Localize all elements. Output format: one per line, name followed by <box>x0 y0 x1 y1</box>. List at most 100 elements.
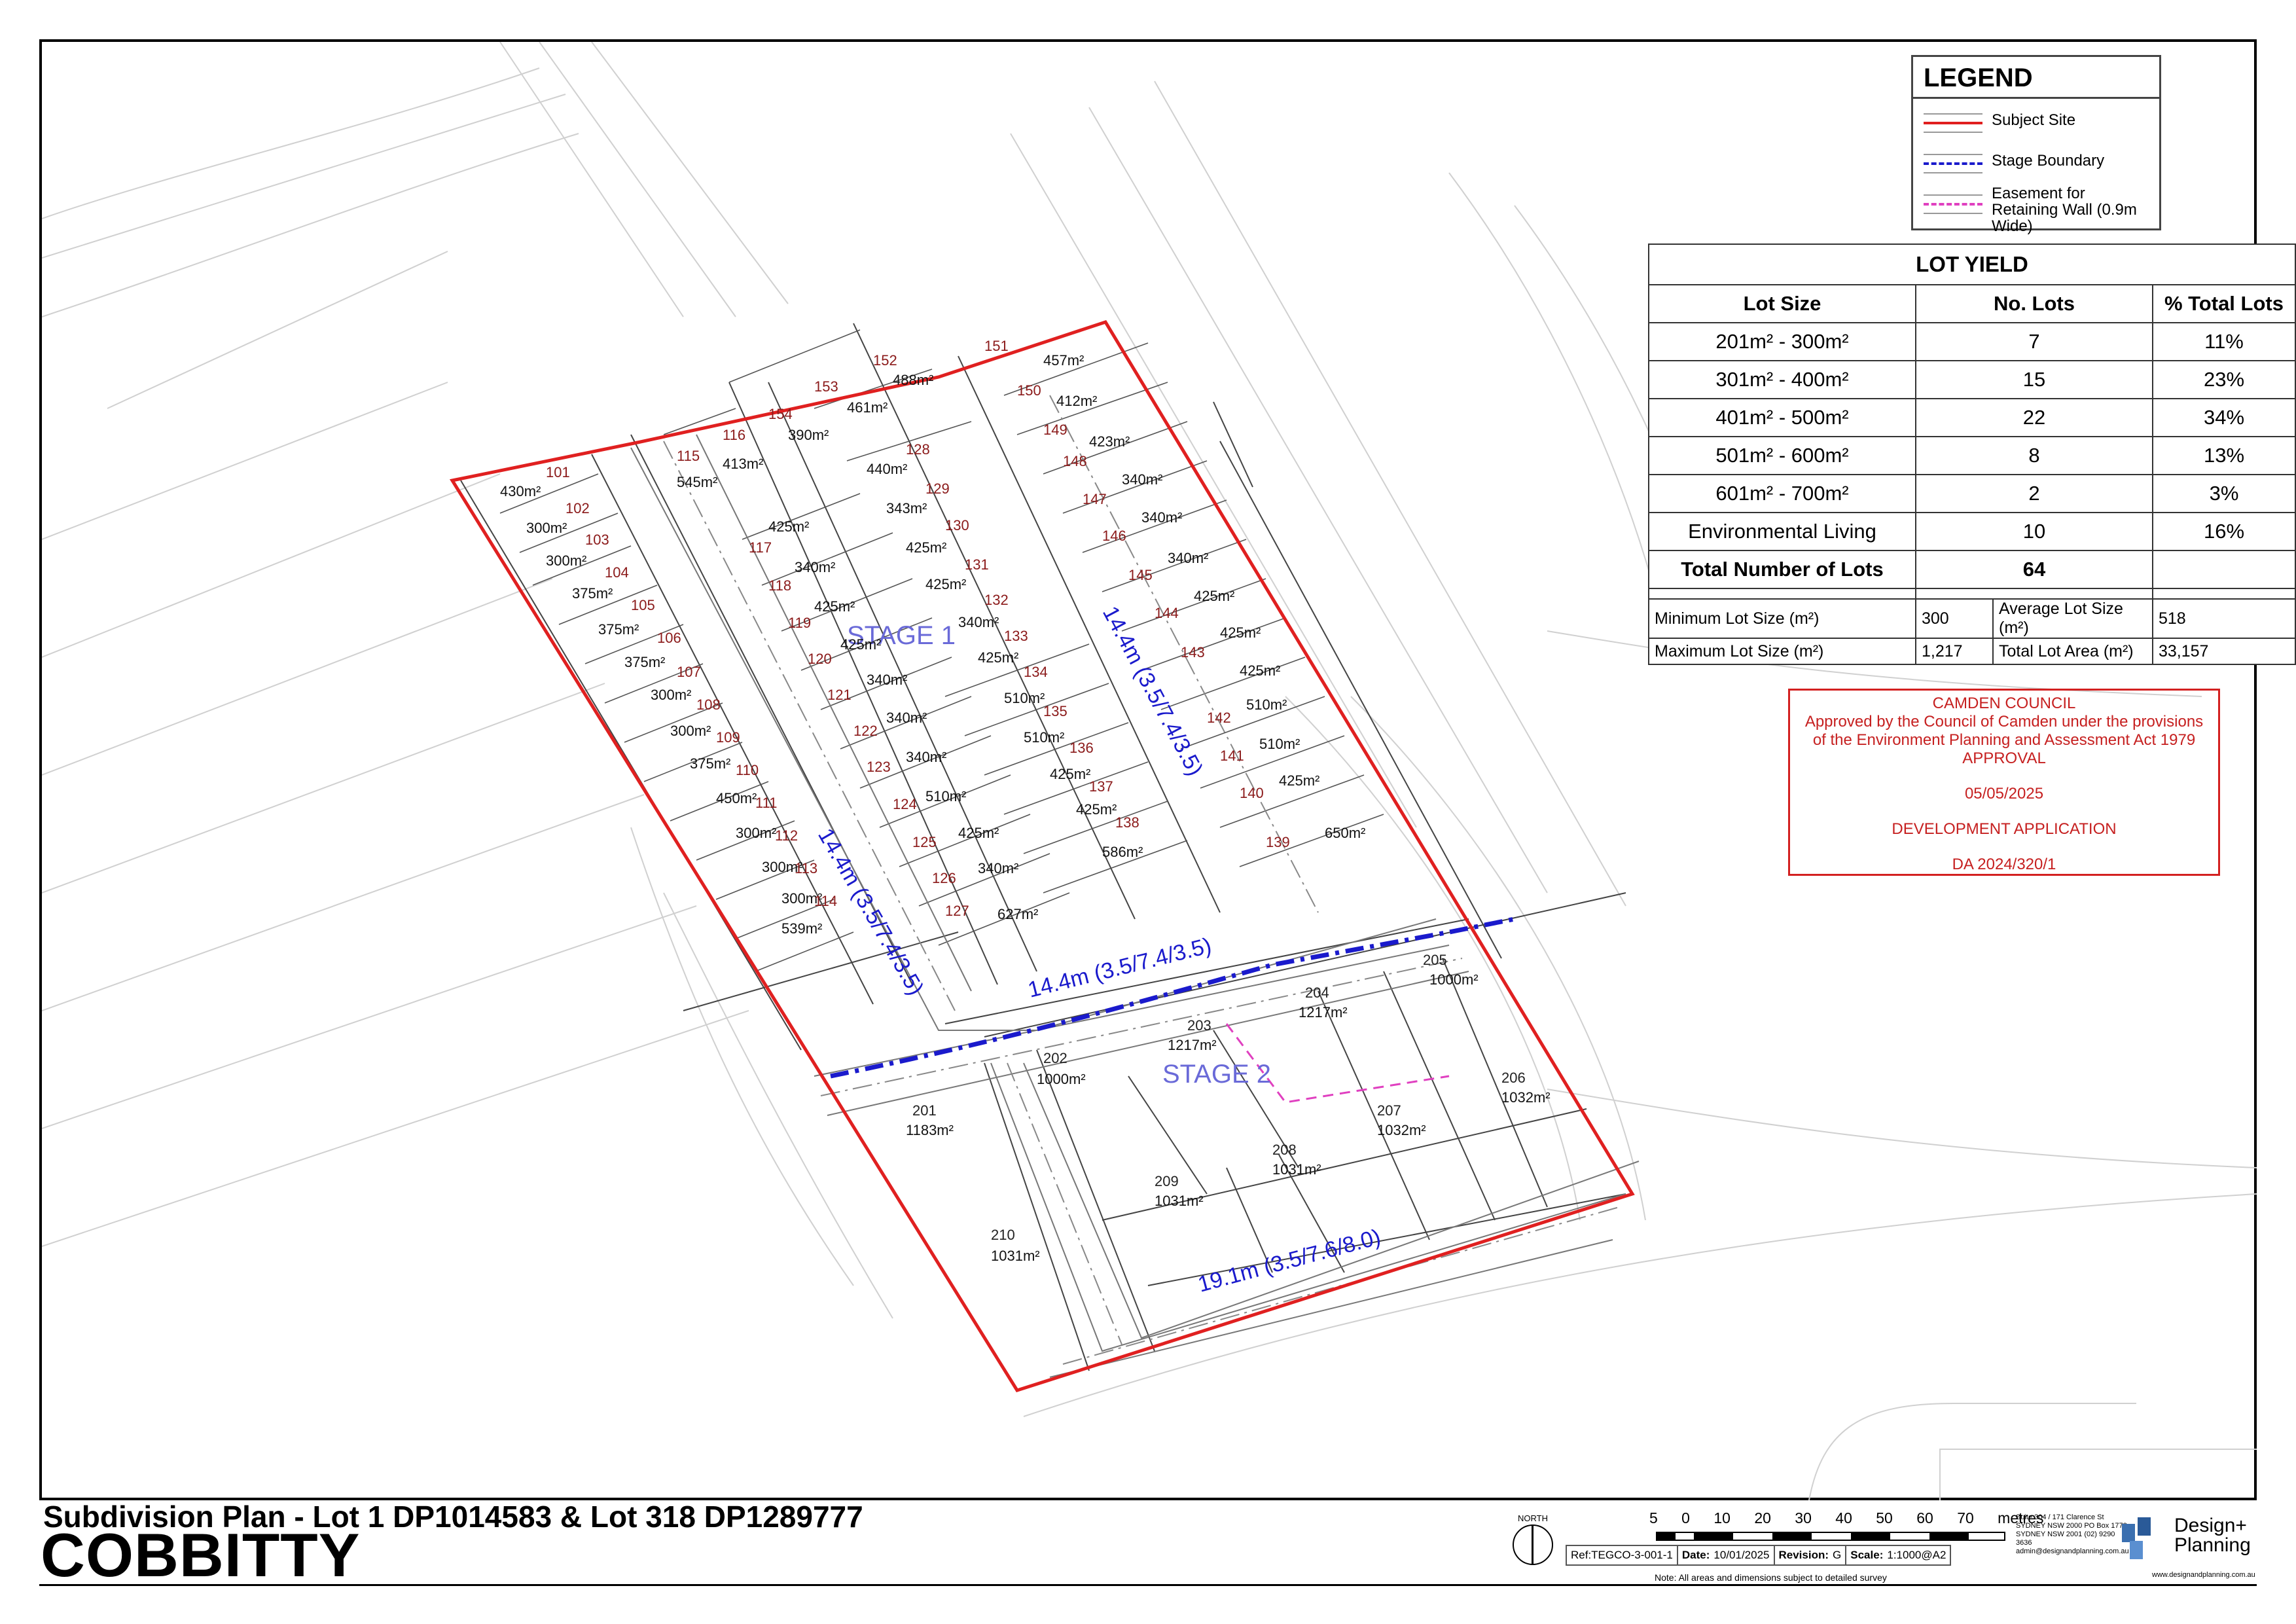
cell: 22 <box>1915 398 2153 437</box>
lot-number: 143 <box>1181 644 1205 660</box>
lot-number: 204 <box>1305 984 1329 1001</box>
lot-number: 122 <box>853 723 878 739</box>
lot-area: 425m² <box>978 649 1018 666</box>
road-label: 14.4m (3.5/7.4/3.5) <box>1098 602 1208 780</box>
lot-labels: 101 430m² 102 300m² 103 300m² 104 375m² 105 375m²… <box>500 338 1551 1264</box>
lot-number: 207 <box>1377 1102 1401 1119</box>
company-website: www.designandplanning.com.au <box>2152 1571 2255 1579</box>
legend-box: LEGEND Subject Site Stage Boundary Easem… <box>1911 55 2161 234</box>
avg-size-value: 518 <box>2152 598 2296 639</box>
lot-number: 147 <box>1083 491 1107 507</box>
lot-area: 425m² <box>814 598 855 615</box>
lot-number: 203 <box>1187 1017 1211 1034</box>
lot-number: 131 <box>965 556 989 573</box>
total-label: Total Number of Lots <box>1648 550 1916 589</box>
lot-number: 152 <box>873 352 897 369</box>
lot-number: 102 <box>565 500 590 516</box>
legend-label: Subject Site <box>1992 111 2076 129</box>
lot-area: 300m² <box>526 520 567 536</box>
lot-area: 340m² <box>958 614 999 630</box>
cell: 401m² - 500m² <box>1648 398 1916 437</box>
lot-area: 586m² <box>1102 844 1143 860</box>
min-size-value: 300 <box>1915 598 1994 639</box>
lot-area: 425m² <box>925 576 966 592</box>
lot-number: 138 <box>1115 814 1139 831</box>
stats-row: Minimum Lot Size (m²) 300 Average Lot Si… <box>1648 598 2296 639</box>
cell: 201m² - 300m² <box>1648 322 1916 361</box>
total-area-value: 33,157 <box>2152 638 2296 665</box>
lot-number: 154 <box>768 406 793 422</box>
north-arrow: NORTH <box>1512 1513 1554 1570</box>
lot-number: 153 <box>814 378 838 395</box>
date-value: 10/01/2025 <box>1713 1549 1770 1561</box>
cell: 16% <box>2152 512 2296 551</box>
lot-number: 134 <box>1024 664 1048 680</box>
scale-cell: Scale: 1:1000@A2 <box>1845 1545 1952 1566</box>
stats-row: Maximum Lot Size (m²) 1,217 Total Lot Ar… <box>1648 638 2296 665</box>
date-label: Date: <box>1681 1549 1710 1561</box>
lot-number: 115 <box>677 448 700 464</box>
lot-yield-table: LOT YIELD Lot Size No. Lots % Total Lots… <box>1648 244 2296 665</box>
company-address: Suite 304 / 171 Clarence St SYDNEY NSW 2… <box>2016 1513 2129 1555</box>
scale-label: Scale: <box>1850 1549 1884 1561</box>
lot-area: 461m² <box>847 399 888 416</box>
lot-area: 425m² <box>1240 662 1280 679</box>
lot-number: 208 <box>1272 1142 1297 1158</box>
header-no-lots: No. Lots <box>1915 284 2153 323</box>
lot-area: 457m² <box>1043 352 1084 369</box>
table-row: Environmental Living 10 16% <box>1648 512 2296 551</box>
lot-number: 114 <box>814 893 837 909</box>
lot-area: 425m² <box>1194 588 1234 604</box>
max-size-value: 1,217 <box>1915 638 1994 665</box>
legend-label: Stage Boundary <box>1992 152 2105 170</box>
lot-number: 146 <box>1102 528 1126 544</box>
revision-cell: Revision: G <box>1773 1545 1847 1566</box>
lot-number: 210 <box>991 1227 1015 1243</box>
lot-area: 510m² <box>925 788 966 804</box>
date-cell: Date: 10/01/2025 <box>1676 1545 1775 1566</box>
road-label: 14.4m (3.5/7.4/3.5) <box>813 824 929 1000</box>
lot-area: 1032m² <box>1501 1089 1551 1106</box>
lot-area: 1031m² <box>1272 1161 1321 1178</box>
lot-area: 412m² <box>1056 393 1097 409</box>
min-size-label: Minimum Lot Size (m²) <box>1648 598 1916 639</box>
lot-area: 510m² <box>1246 696 1287 713</box>
north-label: NORTH <box>1518 1513 1548 1523</box>
lot-area: 390m² <box>788 427 829 443</box>
legend-label: Easement for Retaining Wall (0.9m Wide) <box>1992 185 2137 235</box>
header-lot-size: Lot Size <box>1648 284 1916 323</box>
lot-boundaries <box>460 323 1626 1371</box>
lot-number: 136 <box>1069 740 1094 756</box>
lot-number: 141 <box>1220 748 1244 764</box>
cell <box>2152 550 2296 589</box>
lot-number: 107 <box>677 664 701 680</box>
cell: 11% <box>2152 322 2296 361</box>
lot-number: 106 <box>657 630 681 646</box>
cell: 13% <box>2152 436 2296 475</box>
lot-area: 425m² <box>1076 801 1117 818</box>
lot-number: 129 <box>925 480 950 497</box>
lot-number: 125 <box>912 834 937 850</box>
lot-number: 128 <box>906 441 930 458</box>
lot-number: 206 <box>1501 1070 1526 1086</box>
lot-area: 300m² <box>546 552 586 569</box>
legend-title: LEGEND <box>1913 57 2159 99</box>
lot-area: 1032m² <box>1377 1122 1426 1138</box>
lot-area: 510m² <box>1004 690 1045 706</box>
lot-number: 148 <box>1063 453 1087 469</box>
avg-size-label: Average Lot Size (m²) <box>1992 598 2153 639</box>
total-row: Total Number of Lots 64 <box>1648 550 2296 589</box>
cell: 8 <box>1915 436 2153 475</box>
lot-number: 205 <box>1423 952 1447 968</box>
lot-area: 340m² <box>1141 509 1182 526</box>
lot-number: 139 <box>1266 834 1290 850</box>
lot-area: 425m² <box>840 636 881 653</box>
lot-number: 145 <box>1128 567 1153 583</box>
lot-number: 117 <box>749 539 772 556</box>
lot-number: 108 <box>696 696 721 713</box>
lot-area: 1217m² <box>1168 1037 1217 1053</box>
lot-number: 151 <box>984 338 1009 354</box>
lot-number: 116 <box>723 427 745 443</box>
lot-number: 149 <box>1043 422 1067 438</box>
lot-area: 430m² <box>500 483 541 499</box>
